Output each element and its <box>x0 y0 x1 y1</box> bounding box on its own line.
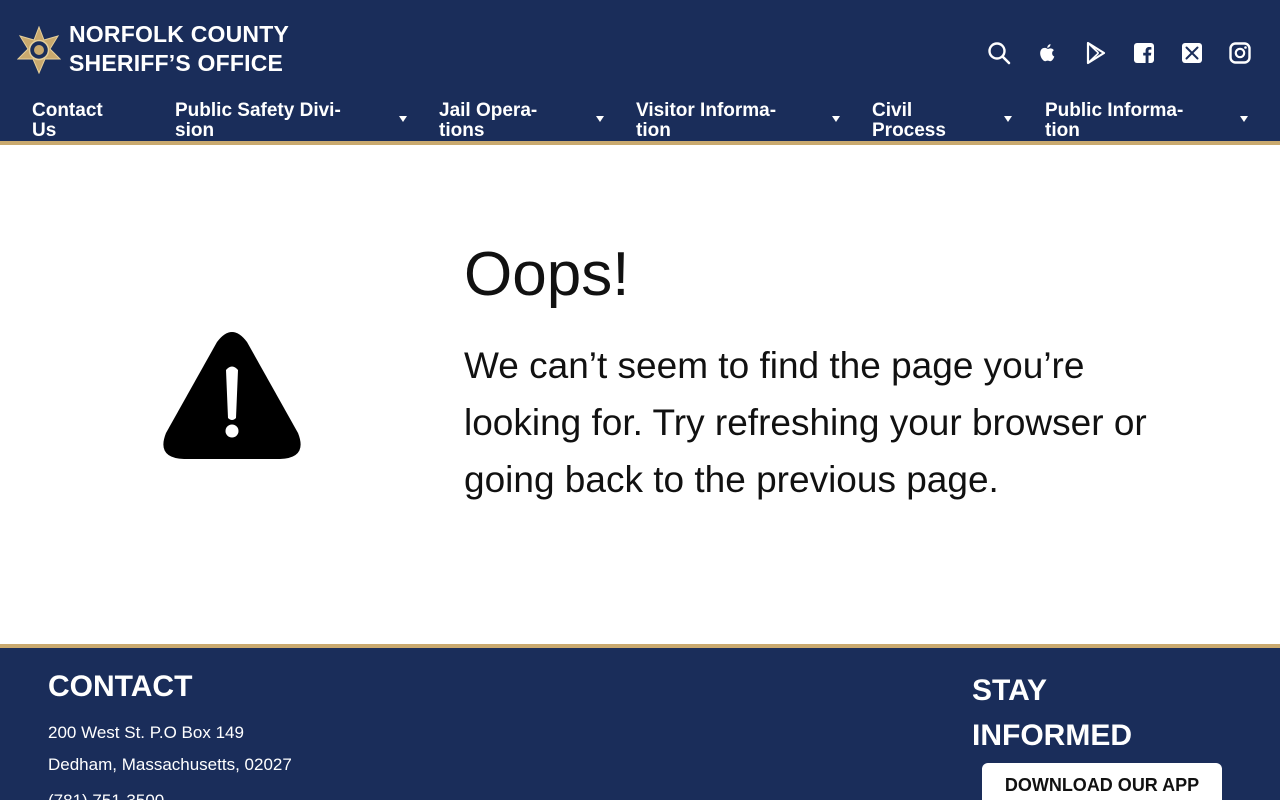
site-brand-title[interactable]: NORFOLK COUNTY SHERIFF’S OFFICE <box>69 20 289 78</box>
nav-item-public-safety-division[interactable]: Public Safety Divi- sion <box>175 100 415 141</box>
site-header: NORFOLK COUNTY SHERIFF’S OFFICE Contact … <box>0 0 1280 141</box>
sheriff-badge-logo[interactable] <box>16 25 62 75</box>
error-title: Oops! <box>464 240 630 309</box>
search-icon[interactable] <box>986 40 1012 66</box>
google-play-icon[interactable] <box>1083 40 1109 66</box>
apple-icon[interactable] <box>1034 40 1060 66</box>
chevron-down-icon[interactable] <box>1240 116 1248 122</box>
nav-item-contact-us[interactable]: Contact Us <box>32 100 152 141</box>
brand-line-2: SHERIFF’S OFFICE <box>69 50 284 76</box>
site-footer: CONTACT 200 West St. P.O Box 149 Dedham,… <box>0 648 1280 800</box>
warning-icon <box>160 330 304 461</box>
nav-item-public-information[interactable]: Public Informa- tion <box>1045 100 1255 141</box>
footer-address-line-1: 200 West St. P.O Box 149 <box>48 723 244 742</box>
nav-label: Contact Us <box>32 100 103 141</box>
chevron-down-icon[interactable] <box>1004 116 1012 122</box>
nav-label: Public Safety Divi- sion <box>175 100 341 141</box>
footer-stay-informed-heading: STAY INFORMED <box>972 674 1132 752</box>
nav-label: Jail Opera- tions <box>439 100 538 141</box>
instagram-icon[interactable] <box>1227 40 1253 66</box>
nav-item-jail-operations[interactable]: Jail Opera- tions <box>439 100 609 141</box>
nav-label: Visitor Informa- tion <box>636 100 777 141</box>
nav-item-civil-process[interactable]: Civil Process <box>872 100 1017 141</box>
x-twitter-icon[interactable] <box>1179 40 1205 66</box>
facebook-icon[interactable] <box>1131 40 1157 66</box>
footer-address-line-2: Dedham, Massachusetts, 02027 <box>48 755 292 774</box>
download-app-button[interactable]: DOWNLOAD OUR APP <box>982 763 1222 800</box>
chevron-down-icon[interactable] <box>399 116 407 122</box>
nav-label: Public Informa- tion <box>1045 100 1184 141</box>
footer-phone[interactable]: (781) 751-3500 <box>48 790 164 800</box>
nav-label: Civil Process <box>872 100 946 141</box>
footer-contact-heading: CONTACT <box>48 670 193 703</box>
nav-item-visitor-information[interactable]: Visitor Informa- tion <box>636 100 846 141</box>
error-message: We can’t seem to find the page you’re lo… <box>464 345 1147 500</box>
chevron-down-icon[interactable] <box>832 116 840 122</box>
header-gold-divider <box>0 141 1280 145</box>
chevron-down-icon[interactable] <box>596 116 604 122</box>
brand-line-1: NORFOLK COUNTY <box>69 21 290 47</box>
